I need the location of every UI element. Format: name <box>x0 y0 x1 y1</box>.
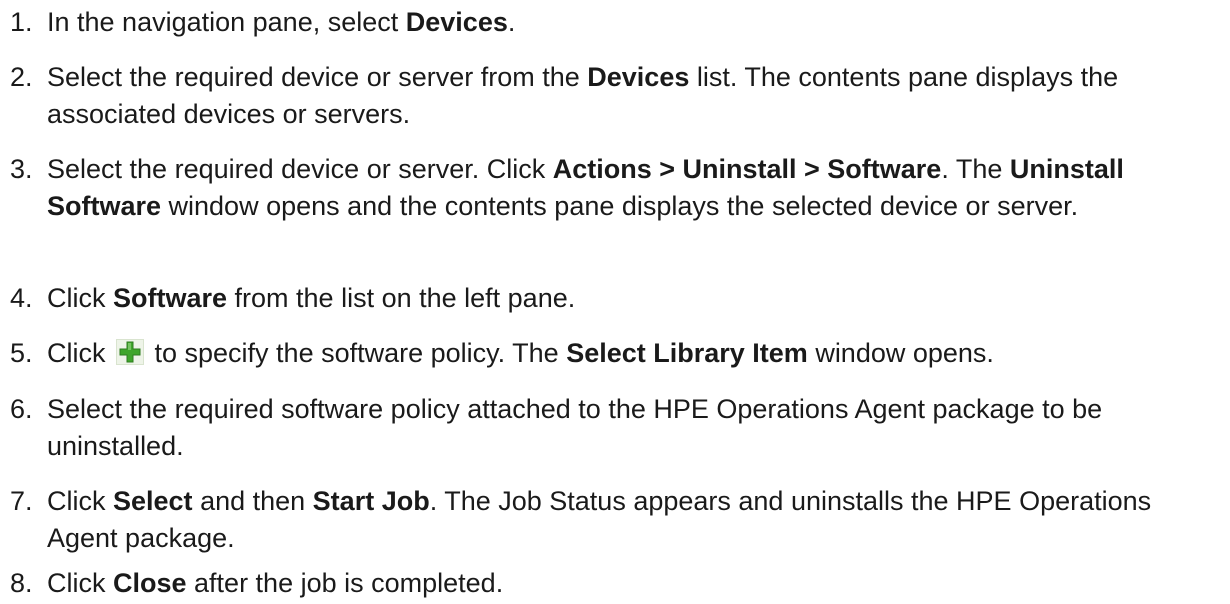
step-text: Click Select and then Start Job. The Job… <box>47 483 1220 557</box>
step-number: 8. <box>10 568 33 598</box>
ui-term-select: Select <box>113 486 193 516</box>
step-2: 2. Select the required device or server … <box>0 59 1220 133</box>
step-5: 5. Click to specify the software policy.… <box>0 335 1220 372</box>
text: . <box>507 7 516 37</box>
step-text: Click to specify the software policy. Th… <box>47 335 1220 372</box>
step-text: Select the required device or server fro… <box>47 59 1220 133</box>
add-icon <box>116 339 144 365</box>
text: . The <box>941 154 1010 184</box>
ui-term-select-library-item: Select Library Item <box>566 338 808 368</box>
ui-term-menu-path: Actions > Uninstall > Software <box>552 154 942 184</box>
text: from the list on the left pane. <box>227 283 576 313</box>
step-7: 7. Click Select and then Start Job. The … <box>0 483 1220 557</box>
text: Click <box>47 568 113 598</box>
step-text: Click Close after the job is completed. <box>47 565 1220 602</box>
step-number: 7. <box>10 486 33 516</box>
ui-term-close: Close <box>113 568 187 598</box>
text: after the job is completed. <box>186 568 504 598</box>
ui-term-devices: Devices <box>587 62 690 92</box>
text: Click <box>47 486 113 516</box>
ui-term-start-job: Start Job <box>312 486 430 516</box>
step-number: 4. <box>10 283 33 313</box>
text: Select the required software policy atta… <box>47 394 1103 461</box>
step-8: 8. Click Close after the job is complete… <box>0 565 1220 602</box>
step-number: 2. <box>10 62 33 92</box>
step-4: 4. Click Software from the list on the l… <box>0 280 1220 317</box>
step-1: 1. In the navigation pane, select Device… <box>0 4 1220 41</box>
step-text: Select the required software policy atta… <box>47 391 1220 465</box>
text: to specify the software policy. The <box>147 338 567 368</box>
text: and then <box>192 486 313 516</box>
text: Click <box>47 338 113 368</box>
step-number: 1. <box>10 7 33 37</box>
text: window opens. <box>807 338 994 368</box>
step-text: Click Software from the list on the left… <box>47 280 1220 317</box>
step-number: 6. <box>10 394 33 424</box>
step-text: Select the required device or server. Cl… <box>47 151 1220 225</box>
step-number: 5. <box>10 338 33 368</box>
text: In the navigation pane, select <box>47 7 406 37</box>
text: Select the required device or server. Cl… <box>47 154 553 184</box>
text: window opens and the contents pane displ… <box>161 191 1079 221</box>
step-3: 3. Select the required device or server.… <box>0 151 1220 225</box>
step-number: 3. <box>10 154 33 184</box>
step-6: 6. Select the required software policy a… <box>0 391 1220 465</box>
text: Click <box>47 283 113 313</box>
step-text: In the navigation pane, select Devices. <box>47 4 1220 41</box>
ui-term-devices: Devices <box>405 7 508 37</box>
text: Select the required device or server fro… <box>47 62 588 92</box>
ui-term-software: Software <box>113 283 228 313</box>
